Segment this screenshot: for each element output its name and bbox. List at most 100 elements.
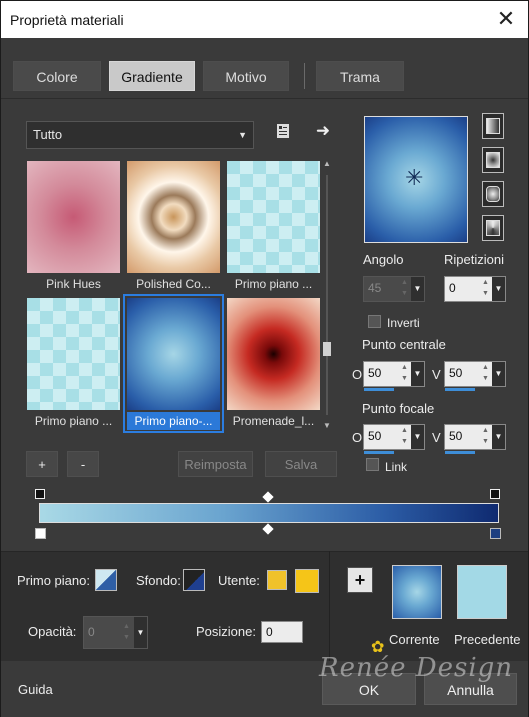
- tab-gradiente[interactable]: Gradiente: [109, 61, 195, 91]
- end-stop-marker[interactable]: [490, 489, 500, 499]
- tab-motivo[interactable]: Motivo: [203, 61, 289, 91]
- opacity-stepper[interactable]: 0 ▲ ▼ ▼: [83, 616, 148, 649]
- scroll-thumb[interactable]: [323, 342, 331, 356]
- gradient-item-polished-copper[interactable]: Polished Co...: [125, 159, 222, 294]
- position-input[interactable]: 0: [261, 621, 303, 643]
- library-filter-select[interactable]: Tutto ▼: [26, 121, 254, 149]
- help-button[interactable]: Guida: [18, 682, 53, 697]
- gradient-swatch: [227, 161, 320, 273]
- center-h-value: 50: [368, 366, 382, 380]
- gradient-item-label: Primo piano ...: [34, 414, 113, 428]
- gradient-library-grid: Pink Hues Polished Co... Primo piano ...…: [25, 159, 325, 433]
- spin-up-down-icon[interactable]: ▲ ▼: [398, 277, 411, 301]
- link-label: Link: [385, 460, 408, 474]
- focal-h-slider[interactable]: [364, 451, 394, 454]
- add-swatch-icon[interactable]: +: [347, 567, 373, 593]
- spin-up-down-icon[interactable]: ▲ ▼: [479, 277, 492, 301]
- radial-style-button[interactable]: [482, 215, 504, 241]
- focal-v-stepper[interactable]: 50 ▲ ▼ ▼: [444, 424, 506, 454]
- center-v-slider[interactable]: [445, 388, 475, 391]
- gradient-item-promenade[interactable]: Promenade_l...: [225, 296, 322, 431]
- title-bar: Proprietà materiali ✕: [1, 1, 528, 38]
- center-point-icon[interactable]: ✳: [405, 165, 423, 191]
- repeats-stepper[interactable]: 0 ▲ ▼ ▼: [444, 276, 506, 302]
- link-checkbox[interactable]: [366, 458, 379, 471]
- chevron-down-icon[interactable]: ▼: [411, 362, 424, 386]
- chevron-down-icon[interactable]: ▼: [492, 362, 505, 386]
- save-button[interactable]: Salva: [265, 451, 337, 477]
- focal-h-letter: O: [352, 430, 363, 445]
- arrow-right-icon[interactable]: ➜: [312, 120, 334, 142]
- library-scrollbar[interactable]: ▲ ▼: [322, 159, 332, 431]
- spin-up-down-icon[interactable]: ▲ ▼: [479, 425, 492, 449]
- repeats-label: Ripetizioni: [444, 252, 504, 267]
- gradient-item-pink-hues[interactable]: Pink Hues: [25, 159, 122, 294]
- chevron-down-icon[interactable]: ▼: [492, 277, 505, 301]
- linear-style-icon: [486, 118, 500, 134]
- spin-up-down-icon[interactable]: ▲ ▼: [398, 425, 411, 449]
- scroll-down-icon[interactable]: ▼: [322, 421, 332, 430]
- center-point-label: Punto centrale: [362, 337, 446, 352]
- tab-colore[interactable]: Colore: [13, 61, 101, 91]
- invert-checkbox[interactable]: [368, 315, 381, 328]
- tab-separator: [304, 63, 305, 89]
- spin-up-down-icon[interactable]: ▲ ▼: [398, 362, 411, 386]
- color-stop-start[interactable]: [35, 528, 46, 539]
- foreground-swatch[interactable]: [95, 569, 117, 591]
- focal-h-stepper[interactable]: 50 ▲ ▼ ▼: [363, 424, 425, 454]
- close-icon[interactable]: ✕: [493, 7, 519, 31]
- gradient-swatch: [27, 298, 120, 410]
- chevron-down-icon[interactable]: ▼: [134, 617, 147, 648]
- user-color-swatch-2[interactable]: [295, 569, 319, 593]
- spin-up-down-icon[interactable]: ▲ ▼: [120, 621, 133, 645]
- gradient-swatch: [127, 161, 220, 273]
- scroll-track: [326, 175, 328, 415]
- color-stop-end[interactable]: [490, 528, 501, 539]
- rectangular-style-button[interactable]: [482, 147, 504, 173]
- current-material-swatch[interactable]: [392, 565, 442, 619]
- materials-panel: [1, 551, 528, 661]
- opacity-midpoint-marker[interactable]: [262, 491, 274, 503]
- center-h-slider[interactable]: [364, 388, 394, 391]
- gradient-swatch: [27, 161, 120, 273]
- gradient-item-primo-piano-2[interactable]: Primo piano ...: [25, 296, 122, 431]
- chevron-down-icon[interactable]: ▼: [492, 425, 505, 449]
- center-h-stepper[interactable]: 50 ▲ ▼ ▼: [363, 361, 425, 391]
- reset-button[interactable]: Reimposta: [178, 451, 253, 477]
- chevron-down-icon[interactable]: ▼: [411, 425, 424, 449]
- sunburst-style-button[interactable]: [482, 181, 504, 207]
- angle-value: 45: [368, 281, 382, 295]
- gradient-item-label: Polished Co...: [136, 277, 211, 291]
- library-icon[interactable]: [272, 123, 294, 145]
- spin-up-down-icon[interactable]: ▲ ▼: [479, 362, 492, 386]
- chevron-down-icon[interactable]: ▼: [411, 277, 424, 301]
- scroll-up-icon[interactable]: ▲: [322, 159, 332, 168]
- user-color-swatch-1[interactable]: [267, 570, 287, 590]
- color-midpoint-marker[interactable]: [262, 523, 274, 535]
- previous-label: Precedente: [454, 632, 521, 647]
- center-v-stepper[interactable]: 50 ▲ ▼ ▼: [444, 361, 506, 391]
- gradient-swatch: [127, 298, 220, 410]
- gradient-item-primo-piano-1[interactable]: Primo piano ...: [225, 159, 322, 294]
- gradient-item-primo-piano-selected[interactable]: Primo piano-...: [123, 294, 224, 433]
- center-h-letter: O: [352, 367, 363, 382]
- tab-bar: Colore Gradiente Motivo Trama: [1, 39, 528, 99]
- add-gradient-button[interactable]: +: [26, 451, 58, 477]
- gradient-preview[interactable]: ✳: [364, 116, 468, 243]
- watermark-text: Renée Design: [319, 653, 514, 683]
- remove-gradient-button[interactable]: -: [67, 451, 99, 477]
- focal-v-slider[interactable]: [445, 451, 475, 454]
- tab-trama[interactable]: Trama: [316, 61, 404, 91]
- gradient-bar[interactable]: [39, 503, 499, 523]
- previous-material-swatch[interactable]: [457, 565, 507, 619]
- invert-label: Inverti: [387, 316, 420, 330]
- user-label: Utente:: [218, 573, 260, 588]
- linear-style-button[interactable]: [482, 113, 504, 139]
- opacity-value: 0: [88, 625, 95, 639]
- background-label: Sfondo:: [136, 573, 181, 588]
- background-swatch[interactable]: [183, 569, 205, 591]
- focal-v-letter: V: [432, 430, 441, 445]
- material-properties-dialog: Proprietà materiali ✕ Colore Gradiente M…: [0, 0, 529, 717]
- start-stop-marker[interactable]: [35, 489, 45, 499]
- angle-stepper[interactable]: 45 ▲ ▼ ▼: [363, 276, 425, 302]
